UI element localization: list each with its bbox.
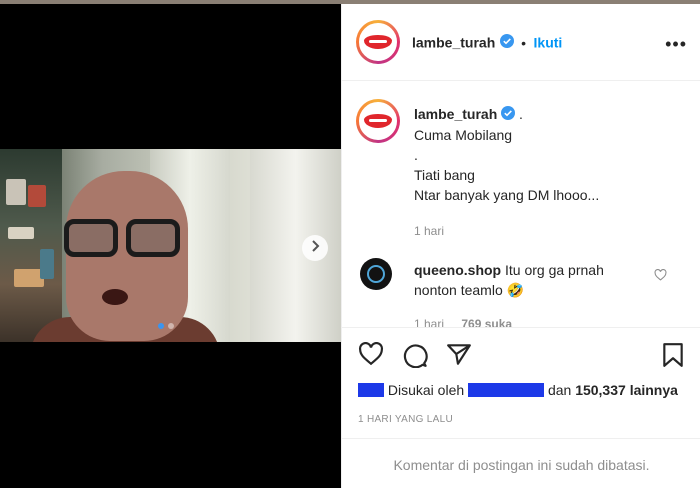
glasses [64,219,184,259]
follow-button[interactable]: Ikuti [534,35,563,51]
caption-age[interactable]: 1 hari [414,221,684,241]
carousel-next-icon [310,239,320,257]
lips-logo [364,114,392,128]
comment-icon[interactable] [402,342,428,373]
verified-badge-icon [499,34,514,53]
caption-line: . [414,147,418,164]
caption-line: Tiati bang [414,167,475,184]
caption-line: Ntar banyak yang DM lhooo... [414,187,600,204]
carousel-dots [158,323,174,329]
post-details-panel: lambe_turah • Ikuti ••• lambe_turah . Cu… [341,4,700,488]
caption-avatar[interactable] [356,99,400,143]
liked-by-and: dan [547,382,572,398]
caption-username[interactable]: lambe_turah [414,106,497,122]
likes-count[interactable]: 150,337 [575,382,626,398]
liker-username-redacted[interactable] [468,383,545,397]
caption-dot: . [519,106,523,122]
person-mouth [102,289,128,305]
post-photo [0,149,341,342]
liked-by-prefix: Disukai oleh [387,382,465,398]
more-options-icon[interactable]: ••• [665,34,687,55]
share-icon[interactable] [446,342,472,371]
commenter-avatar[interactable] [360,258,392,290]
likes-suffix[interactable]: lainnya [630,382,678,398]
follow-separator: • [521,34,527,51]
verified-badge-icon [501,105,516,125]
post-header: lambe_turah • Ikuti ••• [342,4,700,81]
carousel-dot [168,323,174,329]
comment-like-heart-icon[interactable] [654,268,667,286]
commenter-username[interactable]: queeno.shop [414,262,501,278]
bookmark-icon[interactable] [662,342,684,373]
likes-summary: Disukai oleh dan 150,337 lainnya [358,382,678,398]
carousel-next-button[interactable] [302,235,328,261]
comments-restricted-notice: Komentar di postingan ini sudah dibatasi… [342,438,700,488]
caption-line: Cuma Mobilang [414,127,513,144]
carousel-dot [158,323,164,329]
heart-icon[interactable] [358,341,384,371]
post-date[interactable]: 1 HARI YANG LALU [358,414,453,425]
shelf [0,149,62,342]
post-actions: Disukai oleh dan 150,337 lainnya 1 HARI … [342,327,700,488]
post-media[interactable] [0,4,341,488]
liker-avatar-redacted [358,383,384,397]
author-avatar[interactable] [356,20,400,64]
author-username[interactable]: lambe_turah [412,35,495,51]
lips-logo [364,35,392,49]
